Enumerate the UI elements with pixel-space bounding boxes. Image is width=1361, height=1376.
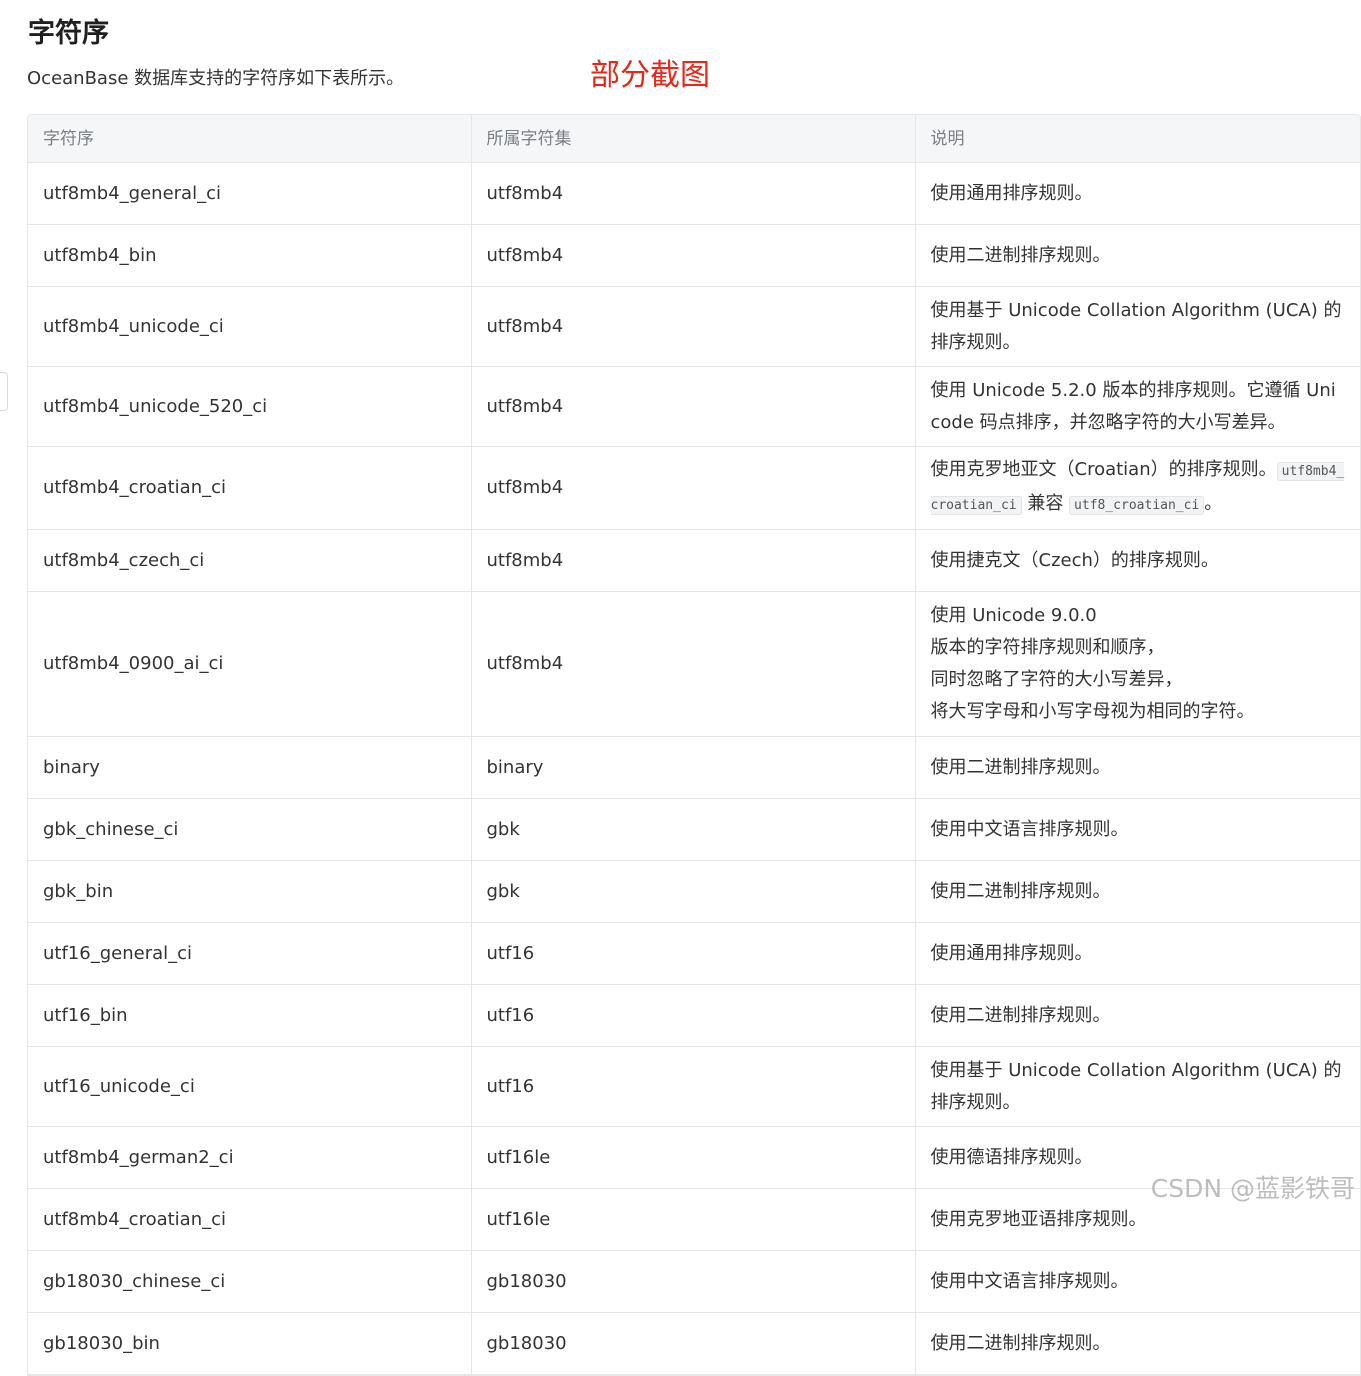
description-text: 使用克罗地亚文（Croatian）的排序规则。 <box>930 459 1277 480</box>
description-line: 版本的字符排序规则和顺序， <box>930 637 1165 658</box>
description-line: 使用 Unicode 5.2.0 版本的排序规则。它遵循 Unicode 码点排… <box>930 379 1336 433</box>
cell-charset: utf8mb4 <box>471 286 916 367</box>
cell-charset: gb18030 <box>471 1250 916 1313</box>
annotation-label: 部分截图 <box>590 58 710 93</box>
description-line: 使用二进制排序规则。 <box>930 244 1111 266</box>
table-header-row: 字符序 所属字符集 说明 <box>28 115 1360 163</box>
table-row: gb18030_bin gb18030 使用二进制排序规则。 <box>28 1312 1360 1375</box>
cell-charset: binary <box>471 736 916 799</box>
table-row: utf8mb4_0900_ai_ci utf8mb4 使用 Unicode 9.0.… <box>28 591 1360 737</box>
cell-charset: gb18030 <box>471 1312 916 1375</box>
column-header-collation: 字符序 <box>28 115 472 163</box>
cell-charset: utf16le <box>471 1188 916 1251</box>
table-row: gbk_chinese_ci gbk 使用中文语言排序规则。 <box>28 798 1360 861</box>
cell-description: 使用 Unicode 9.0.0 版本的字符排序规则和顺序， 同时忽略了字符的大小写… <box>915 591 1360 737</box>
watermark: CSDN @蓝影铁哥 <box>1150 1174 1355 1203</box>
description-line: 使用捷克文（Czech）的排序规则。 <box>930 549 1219 571</box>
description-line: 使用 Unicode 9.0.0 <box>930 605 1097 626</box>
cell-description: 使用捷克文（Czech）的排序规则。 <box>915 529 1360 592</box>
cell-charset: utf16 <box>471 1046 916 1127</box>
column-header-description: 说明 <box>915 115 1360 163</box>
cell-description: 使用基于 Unicode Collation Algorithm (UCA) 的… <box>915 1046 1360 1127</box>
table-row: utf8mb4_czech_ci utf8mb4 使用捷克文（Czech）的排序规则… <box>28 529 1360 592</box>
description-line: 使用中文语言排序规则。 <box>930 1270 1129 1292</box>
cell-description: 使用通用排序规则。 <box>915 922 1360 985</box>
cell-collation: utf8mb4_bin <box>28 224 472 287</box>
cell-description: 使用二进制排序规则。 <box>915 224 1360 287</box>
side-panel-handle[interactable] <box>0 372 8 411</box>
description-line: 将大写字母和小写字母视为相同的字符。 <box>930 701 1255 722</box>
cell-collation: utf8mb4_general_ci <box>28 162 472 225</box>
description-line: 使用二进制排序规则。 <box>930 756 1111 778</box>
cell-charset: gbk <box>471 798 916 861</box>
cell-description: 使用二进制排序规则。 <box>915 984 1360 1047</box>
cell-collation: binary <box>28 736 472 799</box>
description-text: 。 <box>1204 493 1223 514</box>
intro-text: OceanBase 数据库支持的字符序如下表所示。 <box>27 68 405 89</box>
description-line: 使用二进制排序规则。 <box>930 880 1111 902</box>
description-line: 使用二进制排序规则。 <box>930 1004 1111 1026</box>
description-line: 使用通用排序规则。 <box>930 942 1093 964</box>
cell-collation: utf8mb4_0900_ai_ci <box>28 591 472 737</box>
cell-collation: utf8mb4_czech_ci <box>28 529 472 592</box>
inline-code: utf8_croatian_ci <box>1069 496 1205 515</box>
table-row: binary binary 使用二进制排序规则。 <box>28 736 1360 799</box>
cell-collation: utf16_unicode_ci <box>28 1046 472 1127</box>
cell-charset: utf8mb4 <box>471 162 916 225</box>
cell-charset: utf8mb4 <box>471 529 916 592</box>
description-line: 使用通用排序规则。 <box>930 182 1093 204</box>
table-row: utf16_general_ci utf16 使用通用排序规则。 <box>28 922 1360 985</box>
cell-description: 使用二进制排序规则。 <box>915 860 1360 923</box>
description-line: 同时忽略了字符的大小写差异， <box>930 669 1183 690</box>
table-row: gbk_bin gbk 使用二进制排序规则。 <box>28 860 1360 923</box>
cell-charset: utf16 <box>471 984 916 1047</box>
table-row: utf8mb4_general_ci utf8mb4 使用通用排序规则。 <box>28 162 1360 225</box>
cell-collation: gb18030_chinese_ci <box>28 1250 472 1313</box>
description-line: 使用德语排序规则。 <box>930 1146 1093 1168</box>
table-row: utf8mb4_croatian_ci utf8mb4 使用克罗地亚文（Croati… <box>28 446 1360 530</box>
table-row: utf16_bin utf16 使用二进制排序规则。 <box>28 984 1360 1047</box>
description-line: 使用二进制排序规则。 <box>930 1332 1111 1354</box>
cell-charset: utf8mb4 <box>471 446 916 530</box>
cell-collation: utf8mb4_german2_ci <box>28 1126 472 1189</box>
description-line: 使用基于 Unicode Collation Algorithm (UCA) 的… <box>930 299 1342 353</box>
cell-charset: gbk <box>471 860 916 923</box>
cell-collation: gbk_chinese_ci <box>28 798 472 861</box>
cell-collation: gb18030_bin <box>28 1312 472 1375</box>
table-row: utf8mb4_bin utf8mb4 使用二进制排序规则。 <box>28 224 1360 287</box>
cell-description: 使用二进制排序规则。 <box>915 1312 1360 1375</box>
cell-description: 使用二进制排序规则。 <box>915 736 1360 799</box>
cell-description: 使用中文语言排序规则。 <box>915 1250 1360 1313</box>
cell-description: 使用 Unicode 5.2.0 版本的排序规则。它遵循 Unicode 码点排… <box>915 366 1360 447</box>
cell-collation: gbk_bin <box>28 860 472 923</box>
cell-description: 使用通用排序规则。 <box>915 162 1360 225</box>
description-text: 兼容 <box>1021 493 1070 514</box>
cell-charset: utf8mb4 <box>471 366 916 447</box>
cell-description: 使用中文语言排序规则。 <box>915 798 1360 861</box>
table-row: gb18030_chinese_ci gb18030 使用中文语言排序规则。 <box>28 1250 1360 1313</box>
cell-description: 使用克罗地亚文（Croatian）的排序规则。 utf8mb4_croatian_… <box>915 446 1360 530</box>
description-line: 使用基于 Unicode Collation Algorithm (UCA) 的… <box>930 1059 1342 1113</box>
table-row: utf8mb4_unicode_520_ci utf8mb4 使用 Unicode … <box>28 366 1360 447</box>
cell-charset: utf16 <box>471 922 916 985</box>
description-line: 使用中文语言排序规则。 <box>930 818 1129 840</box>
cell-collation: utf16_bin <box>28 984 472 1047</box>
cell-collation: utf16_general_ci <box>28 922 472 985</box>
page-title: 字符序 <box>28 18 109 49</box>
table-row: utf16_unicode_ci utf16 使用基于 Unicode Collat… <box>28 1046 1360 1127</box>
cell-collation: utf8mb4_unicode_520_ci <box>28 366 472 447</box>
cell-collation: utf8mb4_croatian_ci <box>28 1188 472 1251</box>
cell-collation: utf8mb4_unicode_ci <box>28 286 472 367</box>
cell-description: 使用基于 Unicode Collation Algorithm (UCA) 的… <box>915 286 1360 367</box>
table-row: utf8mb4_unicode_ci utf8mb4 使用基于 Unicode Co… <box>28 286 1360 367</box>
cell-charset: utf16le <box>471 1126 916 1189</box>
cell-collation: utf8mb4_croatian_ci <box>28 446 472 530</box>
cell-charset: utf8mb4 <box>471 224 916 287</box>
column-header-charset: 所属字符集 <box>471 115 916 163</box>
description-line: 使用克罗地亚语排序规则。 <box>930 1208 1147 1230</box>
cell-charset: utf8mb4 <box>471 591 916 737</box>
